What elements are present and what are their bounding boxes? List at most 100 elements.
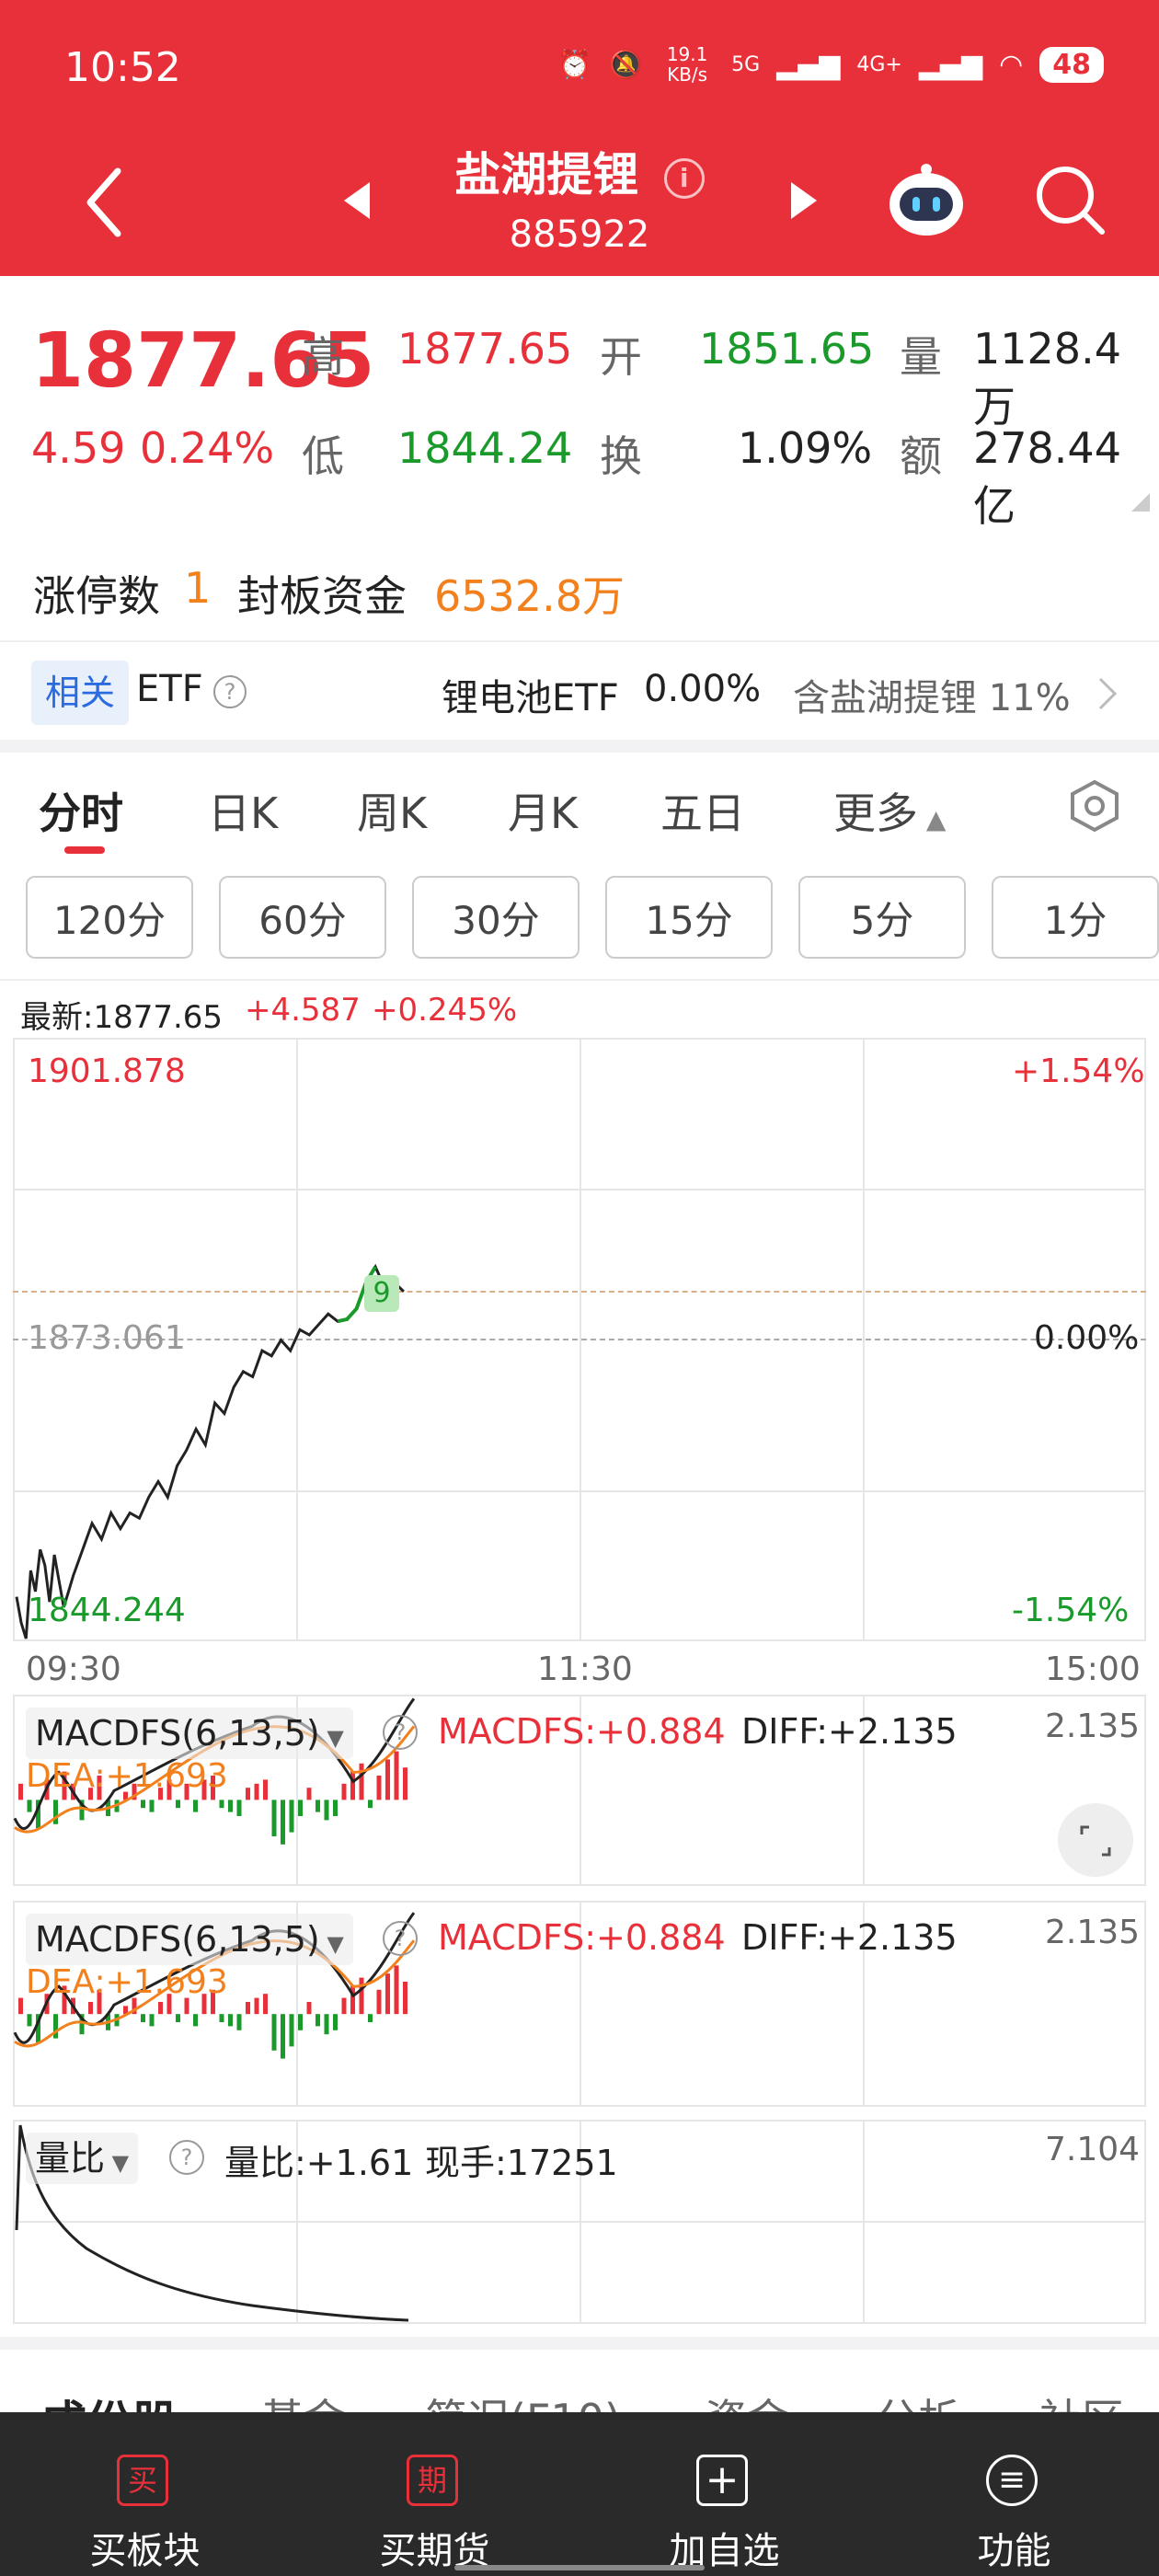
macd-bar	[359, 1977, 364, 2015]
axis-mid-left: 1873.061	[28, 1319, 186, 1357]
price-change: 4.59	[31, 423, 126, 473]
time-start: 09:30	[26, 1650, 121, 1688]
nav-buy-sector[interactable]: 买 买板块	[0, 2412, 290, 2576]
settings-hex-icon[interactable]	[1067, 778, 1122, 834]
fullscreen-button[interactable]	[1058, 1803, 1133, 1877]
macd-selector-1[interactable]: MACDFS(6,13,5) ▼	[26, 1708, 353, 1759]
nav-buy-futures[interactable]: 期 买期货	[290, 2412, 580, 2576]
chevron-right-icon[interactable]	[1096, 675, 1119, 712]
expand-corner-icon[interactable]	[1130, 491, 1152, 513]
volume-ratio-help-icon[interactable]: ?	[169, 2140, 204, 2175]
subtab-community[interactable]: 社区	[1039, 2386, 1124, 2412]
subtab-analysis[interactable]: 分析	[876, 2386, 960, 2412]
robot-assistant-icon[interactable]	[885, 162, 968, 239]
macd-value-2: MACDFS:+0.884	[438, 1917, 726, 1958]
open-value: 1851.65	[699, 324, 875, 374]
etf-contain[interactable]: 含盐湖提锂 11%	[793, 668, 1071, 721]
macd-bar	[149, 2014, 155, 2027]
macd-bar	[246, 2002, 250, 2015]
axis-top-left: 1901.878	[28, 1052, 186, 1090]
macd-bar	[219, 2014, 224, 2022]
tab-five-day[interactable]: 五日	[660, 780, 745, 841]
tab-daily-k[interactable]: 日K	[208, 780, 278, 841]
macd-max-2: 2.135	[1045, 1914, 1141, 1951]
signal-icon: ▂▄▆	[776, 48, 841, 81]
macd-bar	[271, 2014, 277, 2051]
macd-dea-1: DEA:+1.693	[26, 1757, 228, 1795]
nav-label: 功能	[977, 2530, 1051, 2572]
macd-bar	[141, 2014, 145, 2022]
etf-label[interactable]: ETF	[136, 668, 203, 710]
macd-bar	[306, 2002, 312, 2015]
macd-bar	[27, 1800, 32, 1812]
macd-max-1: 2.135	[1045, 1708, 1141, 1745]
nav-functions[interactable]: ≡ 功能	[869, 2412, 1159, 2576]
macd-bar	[228, 2014, 233, 2027]
subtab-profile[interactable]: 简况(F10)	[425, 2386, 621, 2412]
buy-icon: 买	[117, 2455, 168, 2506]
macd-bar	[176, 2014, 180, 2022]
axis-bottom-right: -1.54%	[1012, 1592, 1130, 1629]
macd-bar	[193, 2014, 198, 2027]
period-120[interactable]: 120分	[26, 876, 193, 959]
period-60[interactable]: 60分	[219, 876, 386, 959]
period-1[interactable]: 1分	[992, 876, 1159, 959]
info-icon[interactable]: i	[663, 157, 705, 199]
signal-marker[interactable]: 9	[364, 1275, 399, 1312]
macd-selector-2[interactable]: MACDFS(6,13,5) ▼	[26, 1914, 353, 1965]
seal-fund-label: 封板资金	[237, 571, 407, 621]
open-label: 开	[600, 332, 642, 382]
macd-bar	[359, 1763, 364, 1800]
volume-ratio-selector[interactable]: 量比 ▼	[26, 2133, 139, 2184]
fullscreen-icon	[1080, 1825, 1111, 1857]
high-label: 高	[302, 332, 344, 382]
status-time: 10:52	[64, 44, 181, 91]
home-indicator	[454, 2565, 705, 2570]
mute-icon: 🔕	[608, 48, 644, 81]
next-stock-icon[interactable]	[787, 180, 820, 221]
etf-help-icon[interactable]: ?	[213, 675, 247, 708]
macd-bar	[316, 1800, 320, 1812]
volume-value: 1128.4万	[973, 324, 1121, 431]
related-tag: 相关	[31, 661, 129, 725]
macd-help-icon[interactable]: ?	[383, 1715, 418, 1750]
macd-bar	[193, 1800, 198, 1812]
macd-bar	[394, 1965, 399, 2015]
subtab-capital[interactable]: 资金	[705, 2386, 789, 2412]
macd-bar	[254, 1783, 259, 1800]
net-speed: 19.1 KB/s	[666, 43, 708, 86]
dropdown-icon: ▼	[105, 2150, 130, 2176]
etf-pct: 0.00%	[644, 668, 762, 710]
current-hand-value: 现手:17251	[425, 2143, 618, 2183]
etf-name[interactable]: 锂电池ETF	[442, 668, 619, 721]
page-title: 盐湖提锂 i	[0, 138, 1159, 204]
macd-bar	[316, 2014, 320, 2027]
tab-intraday[interactable]: 分时	[39, 780, 123, 841]
alarm-icon: ⏰	[557, 48, 592, 81]
signal-icon-2: ▂▄▆	[918, 48, 983, 81]
period-15[interactable]: 15分	[605, 876, 773, 959]
macd-bar	[385, 1973, 390, 2015]
low-value: 1844.24	[397, 423, 573, 473]
tab-weekly-k[interactable]: 周K	[357, 780, 427, 841]
nav-add-watchlist[interactable]: + 加自选	[580, 2412, 869, 2576]
search-icon[interactable]	[1034, 164, 1107, 237]
latest-price: 最新:1877.65	[20, 999, 224, 1036]
tab-monthly-k[interactable]: 月K	[508, 780, 578, 841]
subtab-constituents[interactable]: 成份股	[40, 2386, 178, 2412]
macd-bar	[236, 2014, 242, 2030]
turnover-value: 1.09%	[738, 423, 873, 473]
macd-bar	[324, 1800, 329, 1821]
macd-bar	[149, 1800, 155, 1812]
period-30[interactable]: 30分	[412, 876, 580, 959]
tab-more[interactable]: 更多 ▲	[833, 780, 946, 841]
macd-bar	[289, 1800, 294, 1833]
macd-bar	[298, 2014, 303, 2030]
stock-code: 885922	[509, 213, 650, 256]
macd-help-icon[interactable]: ?	[383, 1921, 418, 1956]
macd-bar	[219, 1800, 224, 1809]
subtab-funds[interactable]: 基金	[261, 2386, 346, 2412]
period-5[interactable]: 5分	[798, 876, 966, 959]
high-value: 1877.65	[397, 324, 573, 374]
macd-bar	[394, 1751, 399, 1800]
